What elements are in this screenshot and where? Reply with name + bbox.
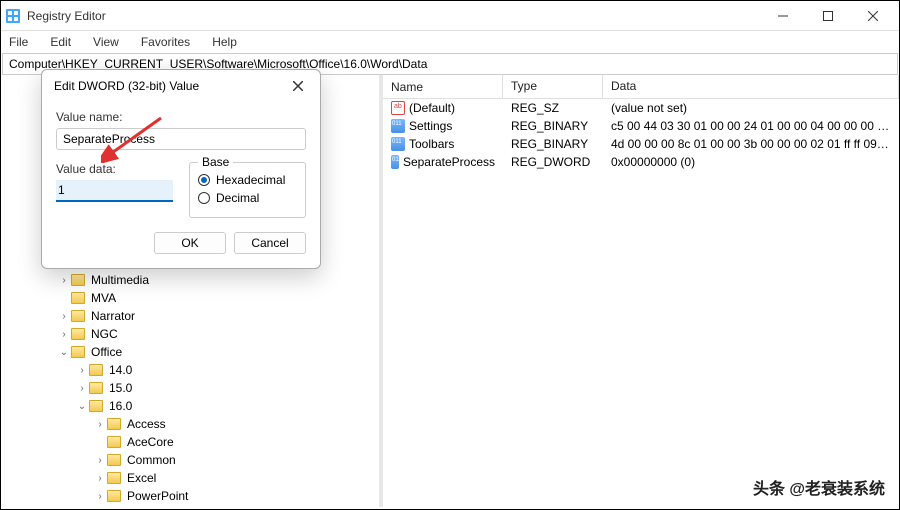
cell-type: REG_BINARY <box>503 135 603 153</box>
cell-name: (Default) <box>409 101 455 115</box>
cell-data: (value not set) <box>603 99 899 117</box>
menu-file[interactable]: File <box>5 33 32 51</box>
chevron-down-icon[interactable]: ⌄ <box>75 399 89 413</box>
menu-help[interactable]: Help <box>208 33 241 51</box>
chevron-down-icon[interactable]: ⌄ <box>57 345 71 359</box>
app-icon <box>5 8 21 24</box>
header-data[interactable]: Data <box>603 75 899 98</box>
cell-type: REG_SZ <box>503 99 603 117</box>
header-type[interactable]: Type <box>503 75 603 98</box>
reg-string-icon <box>391 101 405 115</box>
tree-item[interactable]: Multimedia <box>89 273 151 287</box>
folder-icon <box>107 472 121 484</box>
dialog-close-button[interactable] <box>288 76 308 96</box>
chevron-right-icon[interactable]: › <box>93 489 107 503</box>
tree-item[interactable]: Narrator <box>89 309 137 323</box>
tree-item[interactable]: PowerPoint <box>125 489 190 503</box>
value-data-input[interactable] <box>56 180 173 202</box>
folder-icon <box>71 328 85 340</box>
dialog-titlebar[interactable]: Edit DWORD (32-bit) Value <box>42 70 320 102</box>
reg-binary-icon <box>391 137 405 151</box>
chevron-right-icon[interactable]: › <box>75 363 89 377</box>
chevron-right-icon[interactable]: › <box>93 471 107 485</box>
cancel-button[interactable]: Cancel <box>234 232 306 254</box>
cell-name: SeparateProcess <box>403 155 495 169</box>
window-controls <box>760 2 895 30</box>
window-title: Registry Editor <box>27 9 760 23</box>
edit-dword-dialog: Edit DWORD (32-bit) Value Value name: Va… <box>41 69 321 269</box>
cell-type: REG_DWORD <box>503 153 603 171</box>
chevron-blank <box>57 291 71 305</box>
tree-item[interactable]: NGC <box>89 327 120 341</box>
cell-data: 4d 00 00 00 8c 01 00 00 3b 00 00 00 02 0… <box>603 135 899 153</box>
chevron-right-icon[interactable]: › <box>93 417 107 431</box>
radio-icon <box>198 192 210 204</box>
tree-item[interactable]: Excel <box>125 471 158 485</box>
menu-edit[interactable]: Edit <box>46 33 75 51</box>
cell-name: Settings <box>409 119 452 133</box>
list-row[interactable]: (Default) REG_SZ (value not set) <box>383 99 899 117</box>
cell-type: REG_BINARY <box>503 117 603 135</box>
radio-hexadecimal[interactable]: Hexadecimal <box>198 173 297 187</box>
list-header: Name Type Data <box>383 75 899 99</box>
chevron-right-icon[interactable]: › <box>75 381 89 395</box>
ok-button[interactable]: OK <box>154 232 226 254</box>
cell-data: 0x00000000 (0) <box>603 153 899 171</box>
folder-icon <box>71 292 85 304</box>
base-legend: Base <box>198 155 233 169</box>
tree-item[interactable]: Access <box>125 417 168 431</box>
cell-data: c5 00 44 03 30 01 00 00 24 01 00 00 04 0… <box>603 117 899 135</box>
titlebar: Registry Editor <box>1 1 899 31</box>
tree-item[interactable]: Office <box>89 345 124 359</box>
value-name-input[interactable] <box>56 128 306 150</box>
tree-item[interactable]: 14.0 <box>107 363 134 377</box>
folder-icon <box>89 400 103 412</box>
dialog-title: Edit DWORD (32-bit) Value <box>54 79 288 93</box>
list-row[interactable]: SeparateProcess REG_DWORD 0x00000000 (0) <box>383 153 899 171</box>
tree-item[interactable]: 15.0 <box>107 381 134 395</box>
menubar: File Edit View Favorites Help <box>1 31 899 53</box>
header-name[interactable]: Name <box>383 75 503 98</box>
folder-icon <box>107 454 121 466</box>
chevron-right-icon[interactable]: › <box>93 453 107 467</box>
folder-icon <box>107 436 121 448</box>
folder-icon <box>107 490 121 502</box>
radio-decimal[interactable]: Decimal <box>198 191 297 205</box>
folder-icon <box>89 364 103 376</box>
radio-icon <box>198 174 210 186</box>
tree-item[interactable]: 16.0 <box>107 399 134 413</box>
list-row[interactable]: Toolbars REG_BINARY 4d 00 00 00 8c 01 00… <box>383 135 899 153</box>
list-row[interactable]: Settings REG_BINARY c5 00 44 03 30 01 00… <box>383 117 899 135</box>
value-data-label: Value data: <box>56 162 173 176</box>
minimize-button[interactable] <box>760 2 805 30</box>
cell-name: Toolbars <box>409 137 454 151</box>
reg-binary-icon <box>391 155 399 169</box>
reg-binary-icon <box>391 119 405 133</box>
folder-icon <box>107 418 121 430</box>
tree-item[interactable]: AceCore <box>125 435 176 449</box>
list-pane[interactable]: Name Type Data (Default) REG_SZ (value n… <box>383 75 899 507</box>
folder-icon <box>71 274 85 286</box>
maximize-button[interactable] <box>805 2 850 30</box>
watermark: 头条 @老衰装系统 <box>753 475 885 499</box>
folder-icon <box>71 346 85 358</box>
chevron-right-icon[interactable]: › <box>57 309 71 323</box>
folder-icon <box>89 382 103 394</box>
folder-icon <box>71 310 85 322</box>
menu-favorites[interactable]: Favorites <box>137 33 194 51</box>
tree-item[interactable]: MVA <box>89 291 118 305</box>
base-group: Base Hexadecimal Decimal <box>189 162 306 218</box>
menu-view[interactable]: View <box>89 33 123 51</box>
close-button[interactable] <box>850 2 895 30</box>
chevron-right-icon[interactable]: › <box>57 327 71 341</box>
chevron-right-icon[interactable]: › <box>57 273 71 287</box>
tree-item[interactable]: Common <box>125 453 178 467</box>
value-name-label: Value name: <box>56 110 306 124</box>
chevron-blank <box>93 435 107 449</box>
